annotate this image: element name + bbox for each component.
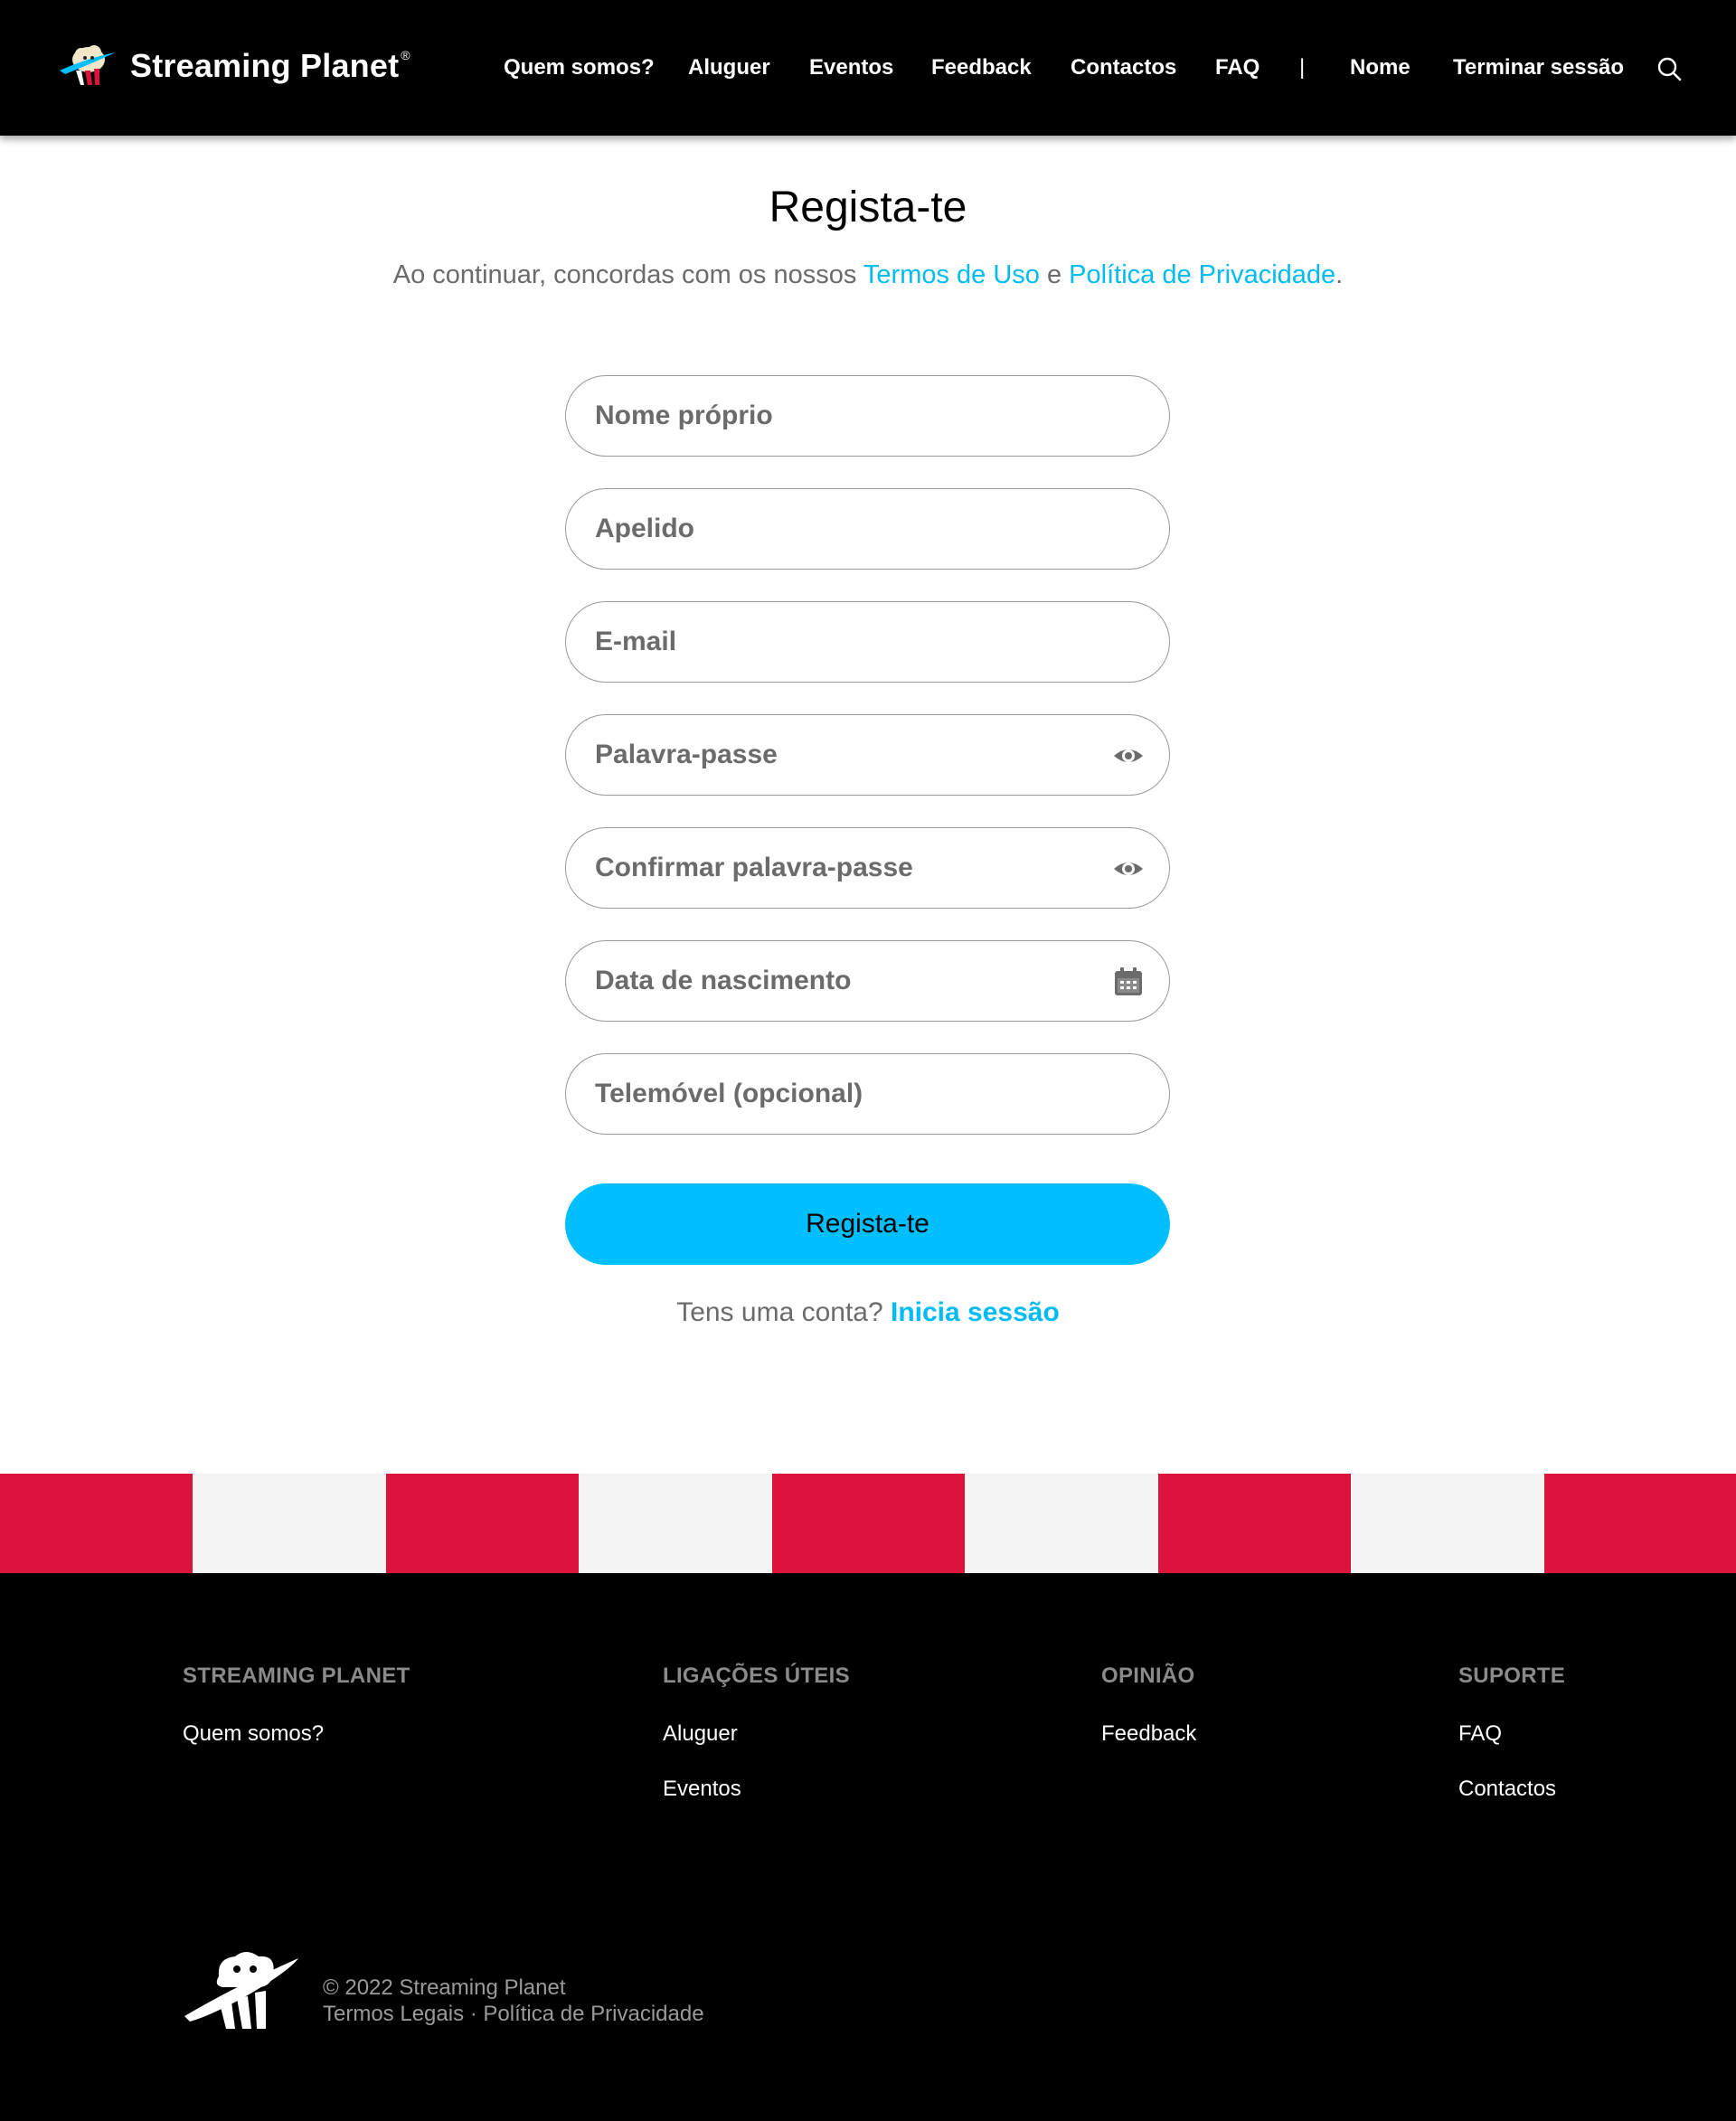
footer-col-suporte: SUPORTE FAQ Contactos	[1458, 1664, 1565, 1832]
footer-privacy-link[interactable]: Política de Privacidade	[483, 2002, 703, 2026]
last-name-input[interactable]	[566, 489, 1169, 569]
footer-copyright-block: © 2022 Streaming Planet Termos Legais · …	[323, 1975, 704, 2027]
footer-link-contactos[interactable]: Contactos	[1458, 1777, 1565, 1802]
search-icon[interactable]	[1656, 56, 1682, 81]
legal-terms-link[interactable]: Termos Legais	[323, 2002, 464, 2026]
nav-user-name[interactable]: Nome	[1350, 55, 1410, 80]
nav-eventos[interactable]: Eventos	[809, 55, 893, 80]
footer-logo-icon	[184, 1952, 298, 2029]
stripe-light	[965, 1474, 1158, 1573]
stripe-red	[386, 1474, 579, 1573]
legal-separator: ·	[464, 2002, 484, 2026]
privacy-policy-link[interactable]: Política de Privacidade	[1069, 260, 1335, 289]
phone-input[interactable]	[566, 1054, 1169, 1134]
confirm-password-field-wrap	[565, 827, 1170, 909]
birth-date-input[interactable]	[566, 941, 1169, 1021]
register-button[interactable]: Regista-te	[565, 1183, 1170, 1265]
footer-heading: OPINIÃO	[1101, 1664, 1195, 1688]
stripe-light	[193, 1474, 386, 1573]
login-link[interactable]: Inicia sessão	[891, 1297, 1060, 1327]
footer-link-faq[interactable]: FAQ	[1458, 1721, 1565, 1747]
email-field-wrap	[565, 601, 1170, 683]
nav-separator: |	[1299, 55, 1306, 80]
stripe-red	[1544, 1474, 1736, 1573]
stripe-red	[1158, 1474, 1351, 1573]
copyright-text: © 2022 Streaming Planet	[323, 1975, 566, 2000]
nav-aluguer[interactable]: Aluguer	[688, 55, 770, 80]
login-prompt: Tens uma conta? Inicia sessão	[0, 1297, 1736, 1328]
footer-col-streaming-planet: STREAMING PLANET Quem somos?	[183, 1664, 410, 1777]
footer: STREAMING PLANET Quem somos? LIGAÇÕES ÚT…	[0, 1573, 1736, 2121]
stripe-light	[1351, 1474, 1544, 1573]
nav-quem-somos[interactable]: Quem somos?	[504, 55, 655, 80]
birth-date-field-wrap	[565, 940, 1170, 1022]
terms-prefix: Ao continuar, concordas com os nossos	[392, 260, 863, 289]
footer-heading: STREAMING PLANET	[183, 1664, 410, 1688]
terms-suffix: .	[1335, 260, 1344, 289]
page-title: Regista-te	[769, 184, 967, 231]
footer-col-ligacoes: LIGAÇÕES ÚTEIS Aluguer Eventos	[663, 1664, 850, 1832]
brand-logo-icon	[60, 45, 116, 85]
footer-legal-line: Termos Legais · Política de Privacidade	[323, 2001, 704, 2027]
terms-of-use-link[interactable]: Termos de Uso	[863, 260, 1040, 289]
footer-heading: SUPORTE	[1458, 1664, 1566, 1688]
stripe-red	[772, 1474, 965, 1573]
terms-and: e	[1039, 260, 1070, 289]
stripe-red	[0, 1474, 193, 1573]
brand-name: Streaming Planet	[130, 47, 400, 84]
footer-link-aluguer[interactable]: Aluguer	[663, 1721, 850, 1747]
stripe-light	[579, 1474, 772, 1573]
nav-logout[interactable]: Terminar sessão	[1453, 55, 1624, 80]
confirm-password-input[interactable]	[566, 828, 1169, 908]
footer-link-feedback[interactable]: Feedback	[1101, 1721, 1196, 1747]
have-account-text: Tens uma conta?	[676, 1297, 891, 1327]
eye-icon[interactable]	[1113, 853, 1144, 884]
calendar-icon[interactable]	[1113, 966, 1144, 997]
footer-link-quem-somos[interactable]: Quem somos?	[183, 1721, 410, 1747]
footer-link-eventos[interactable]: Eventos	[663, 1777, 850, 1802]
footer-heading: LIGAÇÕES ÚTEIS	[663, 1664, 850, 1688]
password-field-wrap	[565, 714, 1170, 796]
first-name-input[interactable]	[566, 376, 1169, 456]
password-input[interactable]	[566, 715, 1169, 795]
nav-faq[interactable]: FAQ	[1215, 55, 1260, 80]
nav-feedback[interactable]: Feedback	[931, 55, 1032, 80]
top-navbar: Streaming Planet ® Quem somos? Aluguer E…	[0, 0, 1736, 136]
phone-field-wrap	[565, 1053, 1170, 1135]
registered-mark: ®	[401, 48, 410, 62]
email-input[interactable]	[566, 602, 1169, 682]
nav-contactos[interactable]: Contactos	[1071, 55, 1176, 80]
eye-icon[interactable]	[1113, 740, 1144, 771]
terms-notice: Ao continuar, concordas com os nossos Te…	[0, 260, 1736, 290]
first-name-field-wrap	[565, 375, 1170, 457]
last-name-field-wrap	[565, 488, 1170, 570]
decorative-stripes	[0, 1474, 1736, 1573]
footer-col-opiniao: OPINIÃO Feedback	[1101, 1664, 1196, 1777]
brand[interactable]: Streaming Planet ®	[56, 43, 410, 89]
